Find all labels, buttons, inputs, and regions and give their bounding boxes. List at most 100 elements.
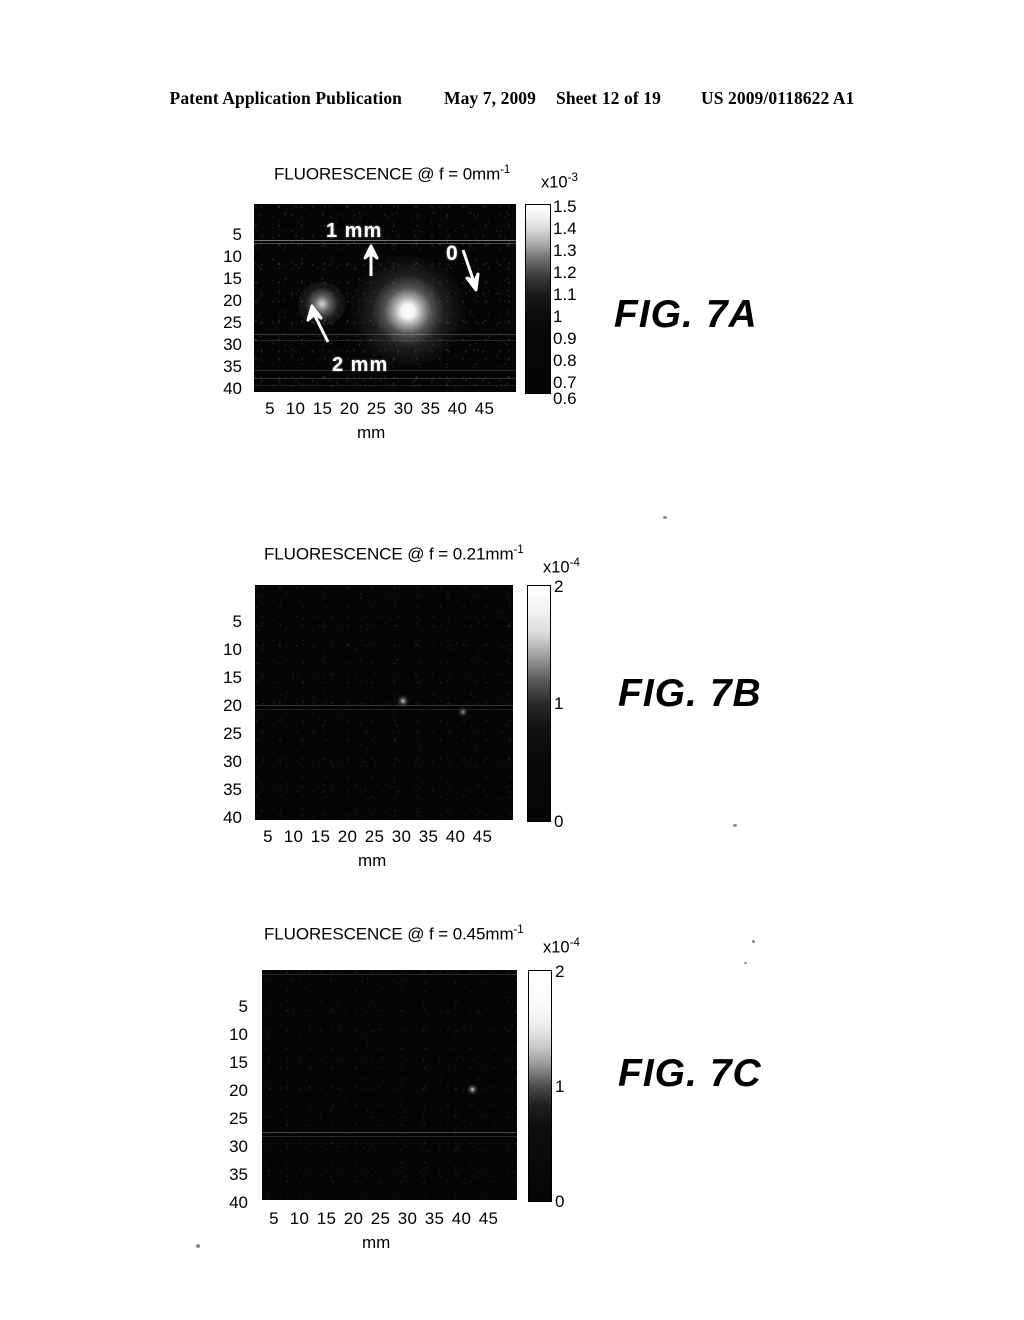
y-tick: 10	[229, 1025, 248, 1044]
colorbar-fill	[528, 586, 550, 821]
figure-7b-title-exponent: -1	[513, 544, 524, 556]
scan-line	[262, 1132, 517, 1133]
colorbar-exp-base: x10	[543, 938, 570, 957]
figure-7c-colorbar-exponent: x10-4	[543, 937, 580, 958]
figure-7a-image-panel: 1 mm 0 2 mm	[254, 204, 516, 392]
y-tick: 25	[223, 724, 242, 743]
x-tick: 20	[337, 827, 358, 846]
scan-line	[262, 974, 517, 975]
colorbar-tick-labels: 1.5 1.4 1.3 1.2 1.1 1 0.9 0.8 0.7 0.6	[553, 198, 599, 407]
faint-fluorescence-spot-right	[458, 707, 468, 717]
figure-7a-title-text: FLUORESCENCE @ f = 0mm	[274, 164, 501, 184]
y-tick: 30	[223, 335, 242, 354]
colorbar-tick: 0	[555, 1192, 565, 1211]
y-tick: 15	[223, 668, 242, 687]
scan-line	[254, 378, 516, 379]
colorbar-tick: 1.2	[553, 263, 577, 282]
y-tick: 40	[223, 379, 242, 398]
y-tick: 5	[232, 612, 242, 631]
figure-caption-number: 7A	[705, 293, 758, 336]
y-tick: 15	[229, 1053, 248, 1072]
x-tick: 30	[391, 827, 412, 846]
colorbar-tick: 1.1	[553, 285, 577, 304]
colorbar-tick: 1	[553, 307, 563, 326]
y-tick: 20	[223, 696, 242, 715]
y-tick: 20	[229, 1081, 248, 1100]
x-tick: 40	[445, 827, 466, 846]
y-tick: 20	[223, 291, 242, 310]
figure-7a-y-axis-ticks: 5 10 15 20 25 30 35 40	[200, 204, 242, 397]
y-tick: 25	[223, 313, 242, 332]
figure-7c-x-axis-unit: mm	[362, 1233, 391, 1252]
x-tick: 45	[474, 399, 495, 418]
colorbar-exp-power: -4	[569, 937, 580, 949]
patent-header: Patent Application Publication May 7, 20…	[0, 88, 1024, 109]
colorbar-tick: 1	[555, 1077, 565, 1096]
y-tick: 35	[223, 357, 242, 376]
faint-fluorescence-spot	[397, 695, 409, 707]
colorbar-tick: 0.6	[553, 389, 577, 408]
figure-7b-caption: FIG. 7B	[618, 672, 762, 716]
y-tick: 35	[223, 780, 242, 799]
figure-7c-title-exponent: -1	[513, 924, 524, 936]
colorbar-tick: 0.9	[553, 329, 577, 348]
scan-line	[254, 243, 516, 244]
scan-artifact	[744, 962, 747, 964]
figure-7c-title: FLUORESCENCE @ f = 0.45mm-1	[264, 924, 524, 945]
figure-7b-title-text: FLUORESCENCE @ f = 0.21mm	[264, 544, 514, 564]
scan-line	[262, 1136, 517, 1137]
colorbar-tick-labels: 2 1 0	[555, 963, 595, 1210]
figure-7b-colorbar-exponent: x10-4	[543, 557, 580, 578]
scan-line	[255, 709, 513, 710]
x-tick: 30	[393, 399, 414, 418]
header-publication-title: Patent Application Publication	[169, 88, 403, 108]
y-tick: 10	[223, 247, 242, 266]
annotation-arrow-center	[363, 244, 379, 276]
scan-line	[254, 240, 516, 241]
x-tick: 5	[269, 1209, 279, 1228]
x-tick: 10	[289, 1209, 310, 1228]
colorbar-tick: 2	[555, 962, 565, 981]
colorbar-tick: 0.8	[553, 351, 577, 370]
annotation-arrow-right	[461, 249, 480, 292]
y-tick: 25	[229, 1109, 248, 1128]
x-tick: 15	[316, 1209, 337, 1228]
x-tick: 45	[472, 827, 493, 846]
figure-caption-prefix: FIG.	[618, 672, 698, 715]
x-tick: 35	[420, 399, 441, 418]
x-tick: 25	[370, 1209, 391, 1228]
scan-artifact	[196, 1244, 200, 1248]
colorbar-gradient	[528, 970, 552, 1202]
figure-7c-x-axis-ticks: 5 10 15 20 25 30 35 40 45	[262, 1209, 502, 1229]
header-sheet-number: Sheet 12 of 19	[556, 88, 661, 108]
colorbar-tick: 1.5	[553, 197, 577, 216]
figure-7a-title: FLUORESCENCE @ f = 0mm-1	[274, 164, 510, 185]
figure-7b-title: FLUORESCENCE @ f = 0.21mm-1	[264, 544, 524, 565]
colorbar-tick: 1	[554, 694, 564, 713]
x-tick: 25	[366, 399, 387, 418]
x-tick: 5	[265, 399, 275, 418]
x-tick: 15	[310, 827, 331, 846]
x-tick: 35	[424, 1209, 445, 1228]
colorbar-tick: 2	[554, 577, 564, 596]
colorbar-exp-base: x10	[541, 173, 568, 192]
figure-7b-x-axis-unit: mm	[358, 851, 387, 870]
scan-artifact	[663, 516, 667, 519]
figure-7c-image-panel	[262, 970, 517, 1200]
figure-7c-caption: FIG. 7C	[618, 1052, 762, 1096]
image-noise-texture	[262, 970, 517, 1200]
figure-caption-prefix: FIG.	[614, 293, 694, 336]
x-tick: 20	[343, 1209, 364, 1228]
x-tick: 45	[478, 1209, 499, 1228]
figure-7b-y-axis-ticks: 5 10 15 20 25 30 35 40	[200, 585, 242, 826]
figure-caption-number: 7C	[709, 1052, 762, 1095]
y-tick: 40	[229, 1193, 248, 1212]
figure-7a-x-axis-unit: mm	[357, 423, 386, 442]
y-tick: 5	[232, 225, 242, 244]
colorbar-tick: 1.4	[553, 219, 577, 238]
x-tick: 5	[263, 827, 273, 846]
figure-caption-number: 7B	[709, 672, 762, 715]
scan-artifact	[752, 940, 755, 943]
colorbar-gradient	[527, 585, 551, 822]
y-tick: 5	[238, 997, 248, 1016]
